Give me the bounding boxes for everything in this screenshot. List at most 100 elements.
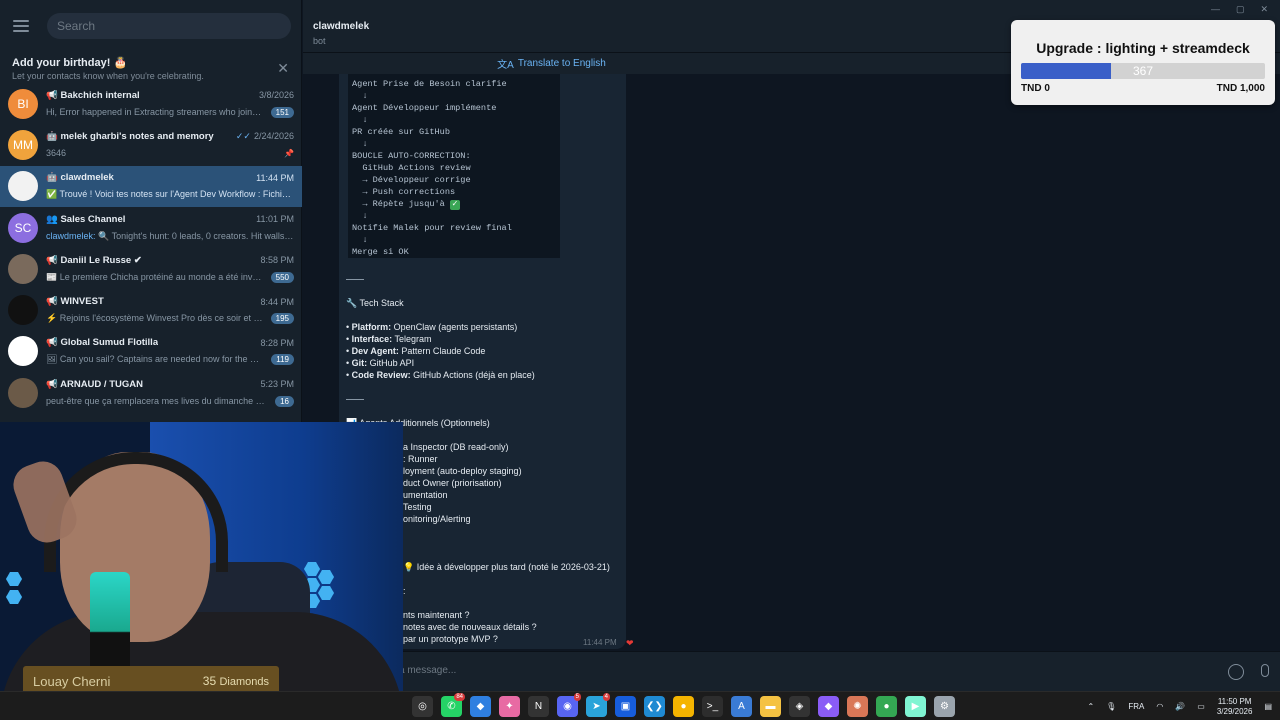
chat-preview-text: 📰 Le premiere Chicha protéiné au monde a… [46,271,265,282]
microphone-icon[interactable] [1261,664,1269,677]
optional-agent-item: umentation [403,490,448,500]
tech-stack-item: • Code Review: GitHub Actions (déjà en p… [346,370,535,380]
code-line-text: → Push corrections [352,187,456,197]
code-line-text: → Développeur corrige [352,175,471,185]
chat-item[interactable]: BI 📢 Bakchich internal 3/8/2026 Hi, Error h… [0,83,302,124]
code-line-text: BOUCLE AUTO-CORRECTION: [352,151,471,161]
chat-item[interactable]: 📢 ARNAUD / TUGAN 5:23 PM peut-être que ça … [0,372,302,413]
chat-preview-text: 🔍 Tonight's hunt: 0 leads, 0 creators. H… [95,230,294,241]
chat-item-body: 📢 ARNAUD / TUGAN 5:23 PM peut-être que ça … [46,379,294,407]
chat-time: 5:23 PM [260,379,294,390]
minimize-icon[interactable]: — [1211,4,1220,15]
vscode-icon[interactable]: ❮❯ [644,696,665,717]
chat-preview: Hi, Error happened in Extracting streame… [46,107,265,117]
chrome-icon[interactable]: ● [673,696,694,717]
volume-icon[interactable]: 🔊 [1175,702,1185,711]
app-star-icon-glyph: ✦ [505,701,514,712]
heart-reaction-icon[interactable]: ❤ [626,638,634,649]
code-line-text: Merge si OK [352,247,409,257]
close-icon[interactable]: ✕ [277,60,289,77]
avatar: BI [8,88,38,119]
chat-name: 👥 Sales Channel [46,213,126,225]
chat-time: 8:44 PM [260,296,294,307]
chrome-2-icon[interactable]: ● [876,696,897,717]
tech-stack-label: Git: [351,358,368,368]
app-star-icon[interactable]: ✦ [499,696,520,717]
streamlabs-icon[interactable]: ▶ [905,696,926,717]
whatsapp-icon[interactable]: ✆ 84 [441,693,465,717]
claude-icon-glyph: ✺ [853,701,862,712]
terminal-icon[interactable]: >_ [702,696,723,717]
translate-icon: 文A [497,60,514,71]
clock[interactable]: 11:50 PM 3/29/2026 [1217,697,1253,717]
chat-item-body: 🤖 clawdmelek 11:44 PM ✅ Trouvé ! Voici tes… [46,172,294,200]
message-input[interactable] [399,665,899,676]
chatgpt-icon[interactable]: ◎ [412,696,433,717]
chat-item[interactable]: 📢 Daniil Le Russe ✔ 8:58 PM 📰 Le premiere … [0,248,302,289]
settings-icon[interactable]: ⚙ [934,696,955,717]
tech-stack-item: • Interface: Telegram [346,334,432,344]
tech-stack-value: Telegram [392,334,432,344]
notification-badge: 4 [602,693,610,701]
search-input[interactable] [57,19,281,33]
chevron-up-icon[interactable]: ⌃ [1087,702,1094,711]
mic-tray-icon[interactable]: 🎙 [1106,702,1116,711]
chat-item-body: 👥 Sales Channel 11:01 PM clawdmelek: 🔍 Ton… [46,214,294,242]
maximize-icon[interactable]: ▢ [1236,4,1245,15]
tech-stack-value: OpenClaw (agents persistants) [391,322,518,332]
notification-icon[interactable]: ▤ [1264,702,1272,711]
chat-item-header: 📢 Global Sumud Flotilla 8:28 PM [46,337,294,348]
close-window-icon[interactable]: ✕ [1260,4,1268,15]
chat-time-wrap: 8:58 PM [260,255,294,265]
chat-item-header: 📢 Bakchich internal 3/8/2026 [46,90,294,101]
settings-icon-glyph: ⚙ [940,701,949,712]
emoji-icon[interactable] [1228,664,1244,680]
menu-icon[interactable] [13,20,29,32]
birthday-banner[interactable]: Add your birthday! 🎂 Let your contacts k… [0,52,301,84]
taskbar-apps: ◎ ✆ 84 ◆ ✦ N ◉ 5 ➤ 4 ▣ ❮❯ ● >_ A ▬ ◈ ◆ ✺ ● ▶ ⚙ [412,693,955,717]
clock-time: 11:50 PM [1217,696,1252,706]
unread-badge: 119 [271,354,294,366]
chat-item[interactable]: 📢 Global Sumud Flotilla 8:28 PM 🖼 Can you … [0,331,302,372]
divider [346,279,364,280]
chat-item-header: 📢 Daniil Le Russe ✔ 8:58 PM [46,255,294,266]
chat-item-preview-row: 📰 Le premiere Chicha protéiné au monde a… [46,271,294,283]
app-a-icon[interactable]: A [731,696,752,717]
folder-icon[interactable]: ▬ [760,696,781,717]
chat-preview-text: peut-être que ça remplacera mes lives du… [46,396,270,407]
code-line: → Répète jusqu'à ✓ [352,198,556,210]
chat-item[interactable]: 🤖 clawdmelek 11:44 PM ✅ Trouvé ! Voici tes… [0,165,302,207]
battery-icon[interactable]: ▭ [1197,702,1205,711]
copilot-icon[interactable]: ◆ [470,696,491,717]
chat-item-header: 🤖 clawdmelek 11:44 PM [46,172,294,183]
chat-item[interactable]: 📢 WINVEST 8:44 PM ⚡ Rejoins l'écosystème W… [0,289,302,330]
avatar: SC [8,212,38,243]
unity-icon[interactable]: ◈ [789,696,810,717]
code-line: ↓ [352,138,556,150]
chat-item[interactable]: MM 🤖 melek gharbi's notes and memory ✓✓ 2/2… [0,124,302,165]
search-box[interactable] [47,13,291,39]
webcam-overlay: Louay Cherni 35 Diamonds [0,422,403,720]
chat-name: 📢 ARNAUD / TUGAN [46,378,143,390]
language-indicator[interactable]: FRA [1128,702,1144,711]
notion-icon[interactable]: N [528,696,549,717]
desktop: Add your birthday! 🎂 Let your contacts k… [0,0,1280,720]
composer [303,651,1280,691]
folder-icon-glyph: ▬ [765,701,776,712]
chat-time: 8:28 PM [260,337,294,348]
chat-item[interactable]: SC 👥 Sales Channel 11:01 PM clawdmelek: 🔍 T… [0,207,302,248]
telegram-icon[interactable]: ➤ 4 [586,693,610,717]
discord-icon[interactable]: ◉ 5 [557,693,581,717]
bitwarden-icon[interactable]: ▣ [615,696,636,717]
optional-agent-item: duct Owner (priorisation) [403,478,502,488]
clock-date: 3/29/2026 [1216,706,1253,716]
message-time: 11:44 PM [583,638,617,647]
wifi-icon[interactable]: ◠ [1156,702,1163,711]
code-line: BOUCLE AUTO-CORRECTION: [352,150,556,162]
goal-min-label: TND 0 [1021,83,1050,94]
claude-icon[interactable]: ✺ [847,696,868,717]
obsidian-icon[interactable]: ◆ [818,696,839,717]
tech-stack-label: Dev Agent: [351,346,399,356]
tech-stack-value: Pattern Claude Code [398,346,486,356]
tech-stack-item: • Git: GitHub API [346,358,414,368]
